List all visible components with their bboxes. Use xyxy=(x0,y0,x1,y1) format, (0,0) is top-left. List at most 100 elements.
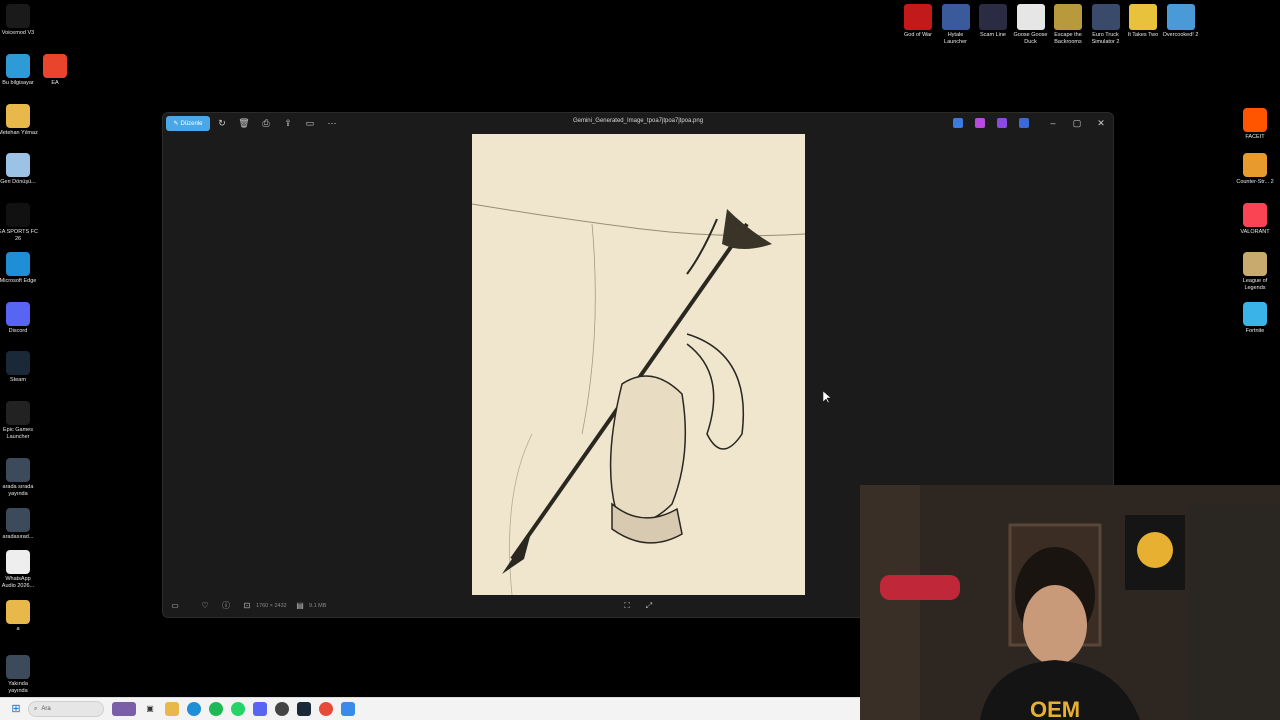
desktop-shortcut[interactable]: Voicemod V3 xyxy=(0,4,38,37)
spotify-icon[interactable] xyxy=(209,702,223,716)
video-file-icon xyxy=(6,655,30,679)
desktop-shortcut-label: Discord xyxy=(8,328,28,334)
obs-icon[interactable] xyxy=(275,702,289,716)
desktop-shortcut-label: Scam Line xyxy=(980,32,1006,38)
desktop-shortcut[interactable]: God of War xyxy=(898,4,938,39)
favorite-icon[interactable]: ♡ xyxy=(199,600,211,612)
filmstrip-icon[interactable]: ▭ xyxy=(169,600,181,612)
desktop-shortcut[interactable]: Hytale Launcher xyxy=(936,4,976,46)
full-screen-icon[interactable]: ⤢ xyxy=(643,600,655,612)
desktop-shortcut-label: WhatsApp Audio 2026... xyxy=(1,576,35,589)
desktop-shortcut[interactable]: Discord xyxy=(0,302,38,335)
steam-taskbar-icon[interactable] xyxy=(297,702,311,716)
close-icon[interactable]: ✕ xyxy=(1095,117,1107,129)
desktop-shortcut[interactable]: Geri Dönüşü... xyxy=(0,153,38,186)
escape-backrooms-icon xyxy=(1054,4,1082,30)
faceit-icon xyxy=(1243,108,1267,132)
desktop-shortcut[interactable]: EA SPORTS FC 26 xyxy=(0,203,38,243)
desktop-shortcut-label: arada sırada yayında xyxy=(2,484,34,497)
ea-sports-icon xyxy=(6,203,30,227)
widgets-icon[interactable] xyxy=(112,702,136,716)
desktop-shortcut[interactable]: a xyxy=(0,600,38,633)
chrome-icon[interactable] xyxy=(319,702,333,716)
euro-truck-icon xyxy=(1091,4,1120,30)
desktop-shortcut[interactable]: WhatsApp Audio 2026... xyxy=(0,550,38,590)
window-titlebar: ✎ Düzenle ↻ 🗑 ⎙ ⇪ ▭ ⋯ Gemini_Generated_I… xyxy=(163,113,1113,133)
desktop-shortcut[interactable]: FACEIT xyxy=(1235,108,1275,141)
ai-restyle-icon[interactable] xyxy=(975,118,985,128)
search-placeholder: Ara xyxy=(41,706,51,712)
desktop-shortcut-label: Microsoft Edge xyxy=(0,278,37,284)
desktop-shortcut-label: League of Legends xyxy=(1242,278,1268,291)
epic-games-icon xyxy=(6,401,30,425)
desktop-shortcut[interactable]: Bu bilgisayar xyxy=(0,54,38,87)
whatsapp-icon[interactable] xyxy=(231,702,245,716)
desktop-shortcut[interactable]: Euro Truck Simulator 2 xyxy=(1086,4,1126,46)
desktop-shortcut[interactable]: Microsoft Edge xyxy=(0,252,38,285)
maximize-icon[interactable]: ▢ xyxy=(1071,117,1083,129)
desktop-shortcut[interactable]: Steam xyxy=(0,351,38,384)
ai-edit-icon[interactable] xyxy=(997,118,1007,128)
desktop-shortcut-label: Metehan Yılmaz xyxy=(0,130,38,136)
svg-text:OEM: OEM xyxy=(1030,697,1080,720)
desktop-shortcut[interactable]: EA xyxy=(35,54,75,87)
desktop-shortcut[interactable]: Escape the Backrooms xyxy=(1048,4,1088,46)
scam-line-icon xyxy=(979,4,1007,30)
window-title: Gemini_Generated_Image_tpoa7jtpoa7jtpoa.… xyxy=(572,118,704,124)
file-explorer-icon[interactable] xyxy=(165,702,179,716)
info-icon[interactable]: ⓘ xyxy=(220,600,232,612)
desktop-shortcut-label: Bu bilgisayar xyxy=(2,80,34,86)
photos-taskbar-icon[interactable] xyxy=(341,702,355,716)
league-icon xyxy=(1243,252,1267,276)
desktop-shortcut-label: Geri Dönüşü... xyxy=(0,179,36,185)
onedrive-icon[interactable] xyxy=(1019,118,1029,128)
desktop-shortcut-label: Steam xyxy=(10,377,26,383)
folder-icon xyxy=(6,104,30,128)
desktop-shortcut-label: Overcooked! 2 xyxy=(1162,32,1199,38)
desktop-shortcut-label: Goose Goose Duck xyxy=(1013,32,1048,45)
desktop-shortcut[interactable]: Scam Line xyxy=(973,4,1013,39)
computer-icon xyxy=(6,54,30,78)
minimize-icon[interactable]: – xyxy=(1047,117,1059,129)
desktop-shortcut[interactable]: Counter-Str... 2 xyxy=(1235,153,1275,186)
steam-icon xyxy=(6,351,30,375)
desktop-shortcut-label: Euro Truck Simulator 2 xyxy=(1091,32,1120,45)
valorant-icon xyxy=(1243,203,1267,227)
webcam-overlay: OEM xyxy=(860,485,1280,720)
video-file-icon xyxy=(6,508,30,532)
desktop-shortcut[interactable]: It Takes Two xyxy=(1123,4,1163,39)
windows-start-icon[interactable]: ⊞ xyxy=(9,702,23,716)
desktop-shortcut[interactable]: Fortnite xyxy=(1235,302,1275,335)
fortnite-icon xyxy=(1243,302,1267,326)
it-takes-two-icon xyxy=(1129,4,1157,30)
counter-strike-icon xyxy=(1243,153,1267,177)
taskbar-search-box[interactable]: ⌕ Ara xyxy=(28,701,104,717)
hytale-icon xyxy=(941,4,970,30)
streamer-webcam-feed: OEM xyxy=(860,485,1280,720)
desktop-shortcut[interactable]: Metehan Yılmaz xyxy=(0,104,38,137)
mouse-cursor-icon xyxy=(823,391,831,403)
audio-file-icon xyxy=(6,550,30,574)
discord-taskbar-icon[interactable] xyxy=(253,702,267,716)
desktop-shortcut-label: EA SPORTS FC 26 xyxy=(0,229,38,242)
desktop-shortcut[interactable]: Yakında yayında xyxy=(0,655,38,695)
desktop-shortcut[interactable]: Overcooked! 2 xyxy=(1161,4,1201,39)
folder-icon xyxy=(6,600,30,624)
desktop-shortcut[interactable]: aradasırad... xyxy=(0,508,38,541)
dimensions-icon: ⊡ xyxy=(243,601,251,610)
desktop-shortcut[interactable]: arada sırada yayında xyxy=(0,458,38,498)
desktop-shortcut-label: Counter-Str... 2 xyxy=(1236,179,1274,185)
desktop-shortcut-label: Fortnite xyxy=(1245,328,1265,334)
displayed-image xyxy=(472,134,805,595)
desktop-shortcut[interactable]: Goose Goose Duck xyxy=(1011,4,1051,46)
ea-icon xyxy=(43,54,67,78)
desktop-shortcut[interactable]: League of Legends xyxy=(1235,252,1275,292)
fit-to-window-icon[interactable]: ⛶ xyxy=(621,600,633,612)
overcooked-icon xyxy=(1166,4,1195,30)
desktop-shortcut[interactable]: Epic Games Launcher xyxy=(0,401,38,441)
task-view-icon[interactable]: ▣ xyxy=(143,702,157,716)
image-dimensions: 1760 × 2432 xyxy=(256,603,287,609)
desktop-shortcut[interactable]: VALORANT xyxy=(1235,203,1275,236)
ai-erase-icon[interactable] xyxy=(953,118,963,128)
edge-taskbar-icon[interactable] xyxy=(187,702,201,716)
